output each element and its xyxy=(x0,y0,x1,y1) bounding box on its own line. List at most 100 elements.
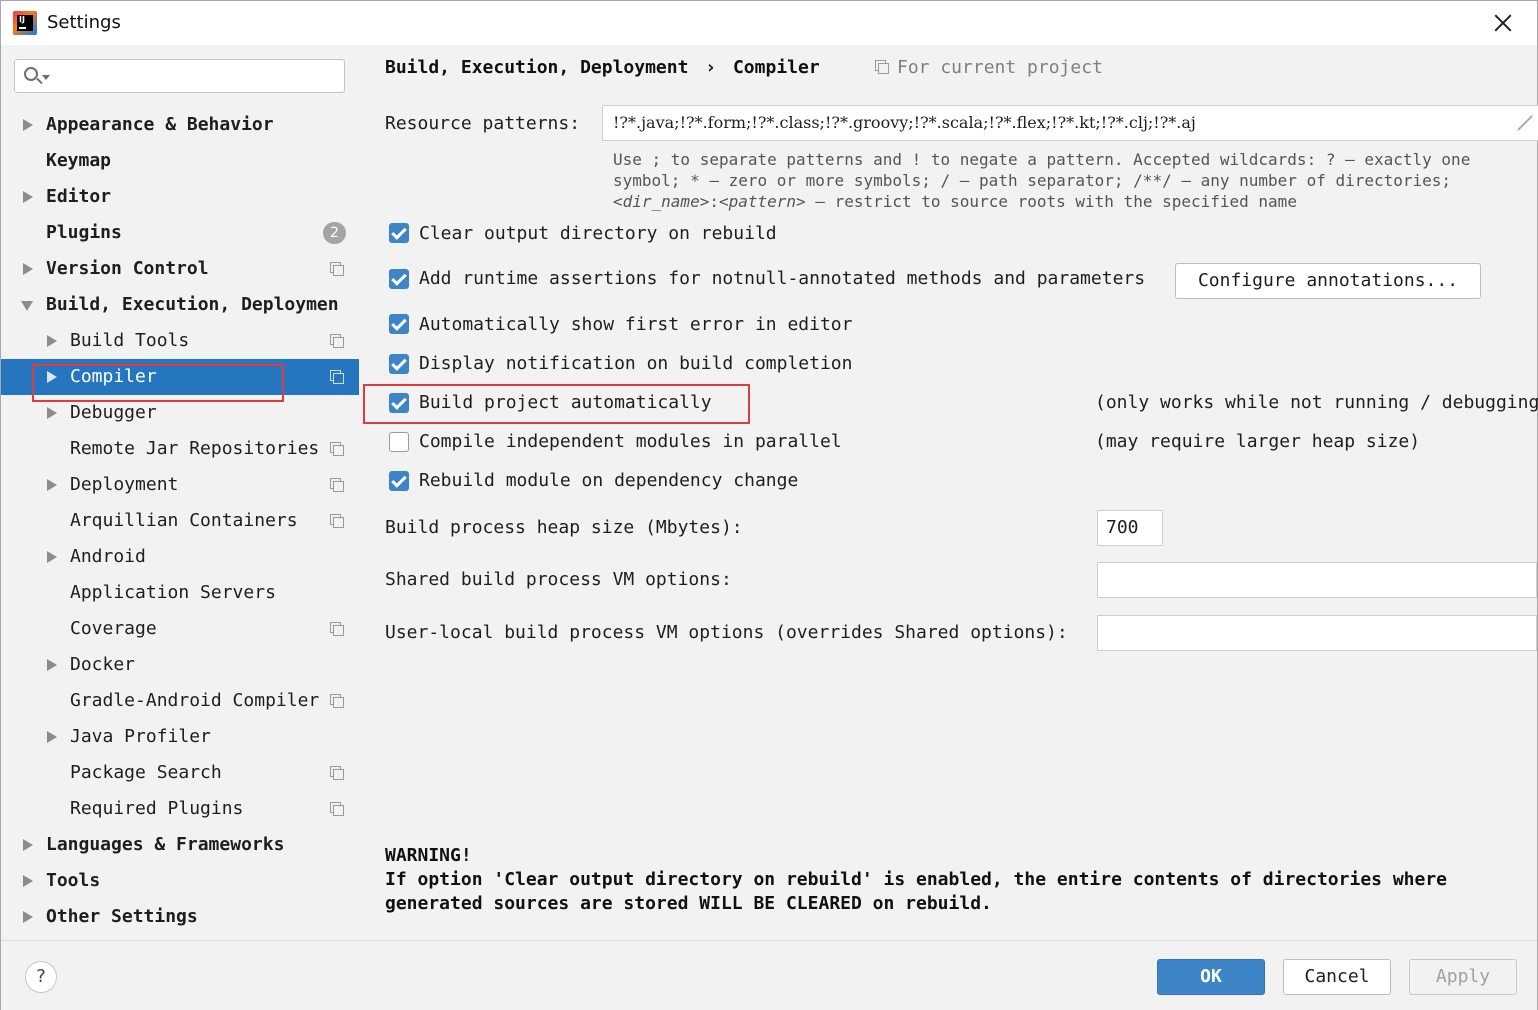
breadcrumb-current: Compiler xyxy=(732,57,820,78)
heap-size-label: Build process heap size (Mbytes): xyxy=(385,517,743,538)
project-scope-icon xyxy=(330,622,344,636)
expand-arrow-icon[interactable] xyxy=(23,191,33,203)
sidebar-item-required-plugins[interactable]: Required Plugins xyxy=(1,791,359,827)
project-scope-icon xyxy=(875,60,889,74)
settings-search[interactable] xyxy=(14,59,345,93)
expand-arrow-icon[interactable] xyxy=(23,875,33,887)
hint-dir-name: <dir_name> xyxy=(613,192,710,211)
sidebar-item-deployment[interactable]: Deployment xyxy=(1,467,359,503)
sidebar-item-editor[interactable]: Editor xyxy=(1,179,359,215)
warning-title: WARNING! xyxy=(385,845,472,866)
sidebar-item-languages-frameworks[interactable]: Languages & Frameworks xyxy=(1,827,359,863)
breadcrumb-separator: › xyxy=(705,57,717,78)
expand-arrow-icon[interactable] xyxy=(23,263,33,275)
scope-indicator: For current project xyxy=(875,57,1103,78)
notify-build-checkbox[interactable] xyxy=(389,354,409,374)
user-vm-options-label: User-local build process VM options (ove… xyxy=(385,622,1068,643)
compile-parallel-checkbox[interactable] xyxy=(389,432,409,452)
intellij-logo-icon: IJ xyxy=(13,11,37,35)
project-scope-icon xyxy=(330,334,344,348)
clear-output-label[interactable]: Clear output directory on rebuild xyxy=(419,223,777,244)
heap-size-input[interactable]: 700 xyxy=(1097,510,1163,546)
sidebar-item-android[interactable]: Android xyxy=(1,539,359,575)
cancel-button[interactable]: Cancel xyxy=(1283,959,1391,995)
runtime-assertions-label[interactable]: Add runtime assertions for notnull-annot… xyxy=(419,268,1145,289)
clear-output-checkbox[interactable] xyxy=(389,223,409,243)
sidebar-item-coverage[interactable]: Coverage xyxy=(1,611,359,647)
sidebar-item-appearance-behavior[interactable]: Appearance & Behavior xyxy=(1,107,359,143)
clear-output-warning: WARNING! If option 'Clear output directo… xyxy=(385,844,1447,916)
ok-button[interactable]: OK xyxy=(1157,959,1265,995)
project-scope-icon xyxy=(330,694,344,708)
sidebar-item-gradle-android-compiler[interactable]: Gradle-Android Compiler xyxy=(1,683,359,719)
show-first-error-checkbox[interactable] xyxy=(389,314,409,334)
resource-patterns-hint: Use ; to separate patterns and ! to nega… xyxy=(613,149,1470,212)
user-vm-options-input[interactable] xyxy=(1097,615,1537,651)
expand-arrow-icon[interactable] xyxy=(23,839,33,851)
shared-vm-options-input[interactable] xyxy=(1097,562,1537,598)
build-automatically-checkbox[interactable] xyxy=(389,393,409,413)
sidebar-item-build-tools[interactable]: Build Tools xyxy=(1,323,359,359)
compile-parallel-note: (may require larger heap size) xyxy=(1095,431,1421,452)
sidebar-item-other-settings[interactable]: Other Settings xyxy=(1,899,359,935)
sidebar-item-application-servers[interactable]: Application Servers xyxy=(1,575,359,611)
project-scope-icon xyxy=(330,766,344,780)
help-icon[interactable]: ? xyxy=(25,961,57,993)
rebuild-module-checkbox[interactable] xyxy=(389,471,409,491)
expand-arrow-icon[interactable] xyxy=(47,407,57,419)
close-icon[interactable] xyxy=(1489,9,1517,37)
project-scope-icon xyxy=(330,370,344,384)
expand-arrow-icon[interactable] xyxy=(47,731,57,743)
compile-parallel-label[interactable]: Compile independent modules in parallel xyxy=(419,431,842,452)
sidebar-item-build-execution-deployment[interactable]: Build, Execution, Deploymen xyxy=(1,287,359,323)
build-automatically-note: (only works while not running / debuggin… xyxy=(1095,392,1538,413)
plugins-update-badge: 2 xyxy=(323,222,346,244)
chevron-down-icon[interactable] xyxy=(42,75,50,80)
breadcrumb: Build, Execution, Deployment › Compiler xyxy=(385,57,820,78)
expand-arrow-icon[interactable] xyxy=(47,659,57,671)
project-scope-icon xyxy=(330,262,344,276)
expand-arrow-icon[interactable] xyxy=(47,371,57,383)
build-automatically-label[interactable]: Build project automatically xyxy=(419,392,712,413)
resource-patterns-field[interactable]: !?*.java;!?*.form;!?*.class;!?*.groovy;!… xyxy=(602,105,1538,141)
runtime-assertions-checkbox[interactable] xyxy=(389,269,409,289)
shared-vm-options-label: Shared build process VM options: xyxy=(385,569,732,590)
expand-arrow-icon[interactable] xyxy=(47,551,57,563)
search-input[interactable] xyxy=(55,64,339,90)
compiler-settings-panel: Build, Execution, Deployment › Compiler … xyxy=(359,45,1538,940)
sidebar-item-tools[interactable]: Tools xyxy=(1,863,359,899)
hint-line: Use ; to separate patterns and ! to nega… xyxy=(613,150,1471,169)
sidebar-item-arquillian-containers[interactable]: Arquillian Containers xyxy=(1,503,359,539)
apply-button[interactable]: Apply xyxy=(1409,959,1517,995)
sidebar-item-debugger[interactable]: Debugger xyxy=(1,395,359,431)
breadcrumb-parent: Build, Execution, Deployment xyxy=(385,57,689,78)
hint-line: <dir_name>:<pattern> — restrict to sourc… xyxy=(613,191,1470,212)
show-first-error-label[interactable]: Automatically show first error in editor xyxy=(419,314,852,335)
expand-arrow-icon[interactable] xyxy=(47,479,57,491)
settings-sidebar: Appearance & Behavior Keymap Editor Plug… xyxy=(1,45,359,940)
rebuild-module-label[interactable]: Rebuild module on dependency change xyxy=(419,470,798,491)
sidebar-item-plugins[interactable]: Plugins 2 xyxy=(1,215,359,251)
sidebar-item-docker[interactable]: Docker xyxy=(1,647,359,683)
expand-arrow-icon[interactable] xyxy=(23,911,33,923)
hint-pattern: <pattern> xyxy=(718,192,806,211)
sidebar-item-package-search[interactable]: Package Search xyxy=(1,755,359,791)
sidebar-item-remote-jar-repositories[interactable]: Remote Jar Repositories xyxy=(1,431,359,467)
sidebar-item-compiler[interactable]: Compiler xyxy=(1,359,359,395)
sidebar-item-java-profiler[interactable]: Java Profiler xyxy=(1,719,359,755)
hint-line: symbol; * — zero or more symbols; / — pa… xyxy=(613,171,1452,190)
configure-annotations-button[interactable]: Configure annotations... xyxy=(1175,263,1481,299)
project-scope-icon xyxy=(330,802,344,816)
resource-patterns-label: Resource patterns: xyxy=(385,113,581,134)
title-bar: IJ Settings xyxy=(1,1,1537,45)
expand-arrow-icon[interactable] xyxy=(47,335,57,347)
expand-arrow-icon[interactable] xyxy=(23,119,33,131)
hint-rest: — restrict to source roots with the spec… xyxy=(805,192,1297,211)
search-icon xyxy=(24,67,38,81)
notify-build-label[interactable]: Display notification on build completion xyxy=(419,353,852,374)
expand-field-icon[interactable] xyxy=(1517,115,1533,131)
collapse-arrow-icon[interactable] xyxy=(21,301,33,311)
sidebar-item-version-control[interactable]: Version Control xyxy=(1,251,359,287)
sidebar-item-keymap[interactable]: Keymap xyxy=(1,143,359,179)
project-scope-icon xyxy=(330,514,344,528)
